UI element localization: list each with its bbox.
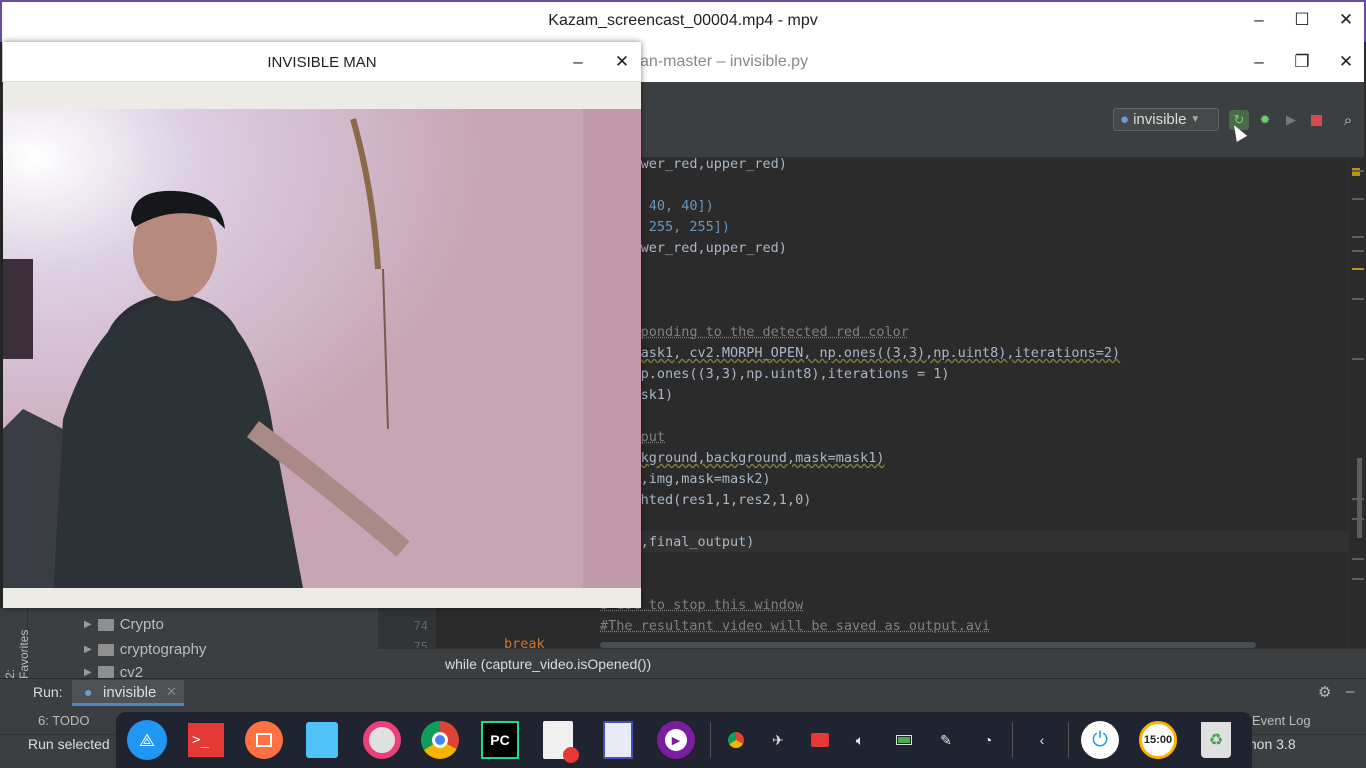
dock-separator [1068,722,1069,758]
tree-item-cv2[interactable]: ▶ cv2 [84,666,143,678]
recorder-tray-icon[interactable] [808,728,832,752]
pen-icon[interactable]: ✎ [934,728,958,752]
document-viewer-icon[interactable] [598,720,638,760]
editor-scrollbar[interactable] [1348,158,1366,648]
wifi-icon[interactable]: ◔ [976,728,1000,752]
invisible-man-title: INVISIBLE MAN [267,54,377,71]
power-icon[interactable]: ⏻ [1080,720,1120,760]
event-log-tab[interactable]: Event Log [1252,713,1311,728]
network-app-icon[interactable]: ⟁ [127,720,167,760]
line-number: 74 [413,619,428,633]
pycharm-minimize-button[interactable]: – [1237,42,1281,82]
video-frame [3,109,641,588]
run-toolbar [0,678,1366,706]
pycharm-close-button[interactable]: ✕ [1324,42,1366,82]
expand-arrow-icon: ▶ [84,619,92,630]
expand-arrow-icon: ▶ [84,644,92,655]
breadcrumb-item[interactable]: while (capture_video.isOpened()) [445,656,651,672]
vpn-tray-icon[interactable]: ✈ [766,728,790,752]
battery-icon[interactable] [892,728,916,752]
settings-icon[interactable] [362,720,402,760]
pycharm-window-title: an-master – invisible.py [640,53,809,70]
search-icon[interactable]: ⌕ [1338,110,1358,130]
pycharm-restore-button[interactable]: ❐ [1280,42,1324,82]
pycharm-icon[interactable]: PC [480,720,520,760]
code-line: d(background,background,mask=mask1) [600,450,885,466]
chrome-icon[interactable] [420,720,460,760]
minimize-button[interactable]: – [1237,0,1281,40]
python-icon: ● [84,684,93,700]
chevron-down-icon: ▼ [1190,114,1201,125]
dock-separator [710,722,711,758]
chevron-left-icon[interactable]: ‹ [1030,728,1054,752]
tree-item-cryptography[interactable]: ▶ cryptography [84,641,206,658]
run-config-dropdown[interactable]: ● invisible ▼ [1113,108,1219,131]
chrome-tray-icon[interactable] [724,728,748,752]
coverage-icon[interactable]: ▶ [1281,110,1301,130]
run-tab-label: invisible [103,684,157,701]
code-line: yEx(mask1, cv2.MORPH_OPEN, np.ones((3,3)… [600,345,1121,361]
maximize-button[interactable]: ☐ [1280,0,1324,40]
todo-tab[interactable]: 6: TODO [38,713,90,728]
gear-icon[interactable]: ⚙ [1318,683,1331,701]
mpv-window-title: Kazam_screencast_00004.mp4 - mpv [548,12,818,29]
debug-icon[interactable]: ✹ [1255,110,1275,130]
status-text: Run selected [28,736,110,752]
run-label: Run: [33,684,63,700]
close-icon[interactable]: ✕ [166,684,177,700]
python-icon: ● [1120,111,1130,128]
media-player-icon[interactable]: ▶ [656,720,696,760]
python-interpreter[interactable]: thon 3.8 [1245,736,1296,752]
volume-icon[interactable]: 🔈︎ [848,728,872,752]
tree-item-crypto[interactable]: ▶ Crypto [84,616,164,633]
terminal-icon[interactable]: >_ [186,720,226,760]
text-editor-icon[interactable] [538,720,579,763]
code-line: sk1,np.ones((3,3),np.uint8),iterations =… [600,366,950,382]
folder-icon [97,618,114,631]
stop-icon[interactable] [1306,110,1326,130]
im-close-button[interactable]: ✕ [600,42,644,82]
favorites-tab[interactable]: 2: Favorites [3,629,31,679]
dock-separator [1012,722,1013,758]
trash-icon[interactable]: ♻ [1196,720,1236,760]
screen-recorder-icon[interactable] [244,720,284,760]
code-line: #The resultant video will be saved as ou… [600,618,991,634]
archive-manager-icon[interactable] [302,720,342,760]
close-button[interactable]: ✕ [1324,0,1366,40]
clock-widget[interactable]: 15:00 [1138,720,1178,760]
im-minimize-button[interactable]: – [556,42,600,82]
folder-icon [97,666,114,678]
expand-arrow-icon: ▶ [84,666,92,678]
folder-icon [97,643,114,656]
minimize-panel-icon[interactable]: – [1346,683,1354,700]
code-line: orresponding to the detected red color [600,324,909,340]
